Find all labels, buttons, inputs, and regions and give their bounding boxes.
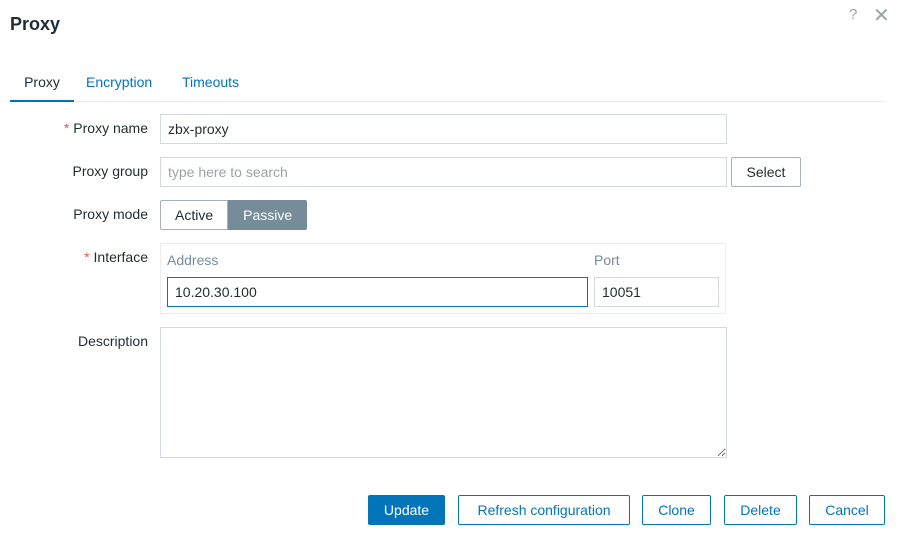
required-mark: *: [84, 249, 90, 265]
help-icon[interactable]: ?: [849, 6, 857, 23]
description-label: Description: [77, 333, 148, 349]
update-button[interactable]: Update: [368, 495, 445, 525]
close-icon[interactable]: ✕: [873, 3, 890, 28]
required-mark: *: [63, 120, 70, 136]
proxy-name-input[interactable]: [160, 114, 727, 144]
description-textarea[interactable]: [160, 327, 727, 458]
interface-port-input[interactable]: [594, 277, 719, 307]
delete-button[interactable]: Delete: [724, 495, 797, 525]
port-header: Port: [594, 252, 620, 268]
tab-proxy[interactable]: Proxy: [10, 62, 74, 102]
proxy-mode-toggle: Active Passive: [160, 200, 308, 230]
address-header: Address: [167, 252, 219, 268]
proxy-group-input[interactable]: [160, 157, 727, 187]
tab-bar: Proxy Encryption Timeouts: [10, 62, 885, 102]
tab-timeouts[interactable]: Timeouts: [182, 62, 239, 101]
proxy-mode-label: Proxy mode: [73, 206, 148, 222]
tab-encryption[interactable]: Encryption: [86, 62, 152, 101]
proxy-group-select-button[interactable]: Select: [731, 157, 801, 187]
dialog-title: Proxy: [10, 14, 61, 34]
cancel-button[interactable]: Cancel: [809, 495, 885, 525]
proxy-mode-passive[interactable]: Passive: [228, 200, 308, 230]
proxy-mode-active[interactable]: Active: [160, 200, 229, 230]
proxy-name-label: * Proxy name: [63, 120, 148, 136]
interface-label: * Interface: [84, 249, 148, 265]
interface-address-input[interactable]: [167, 277, 588, 307]
proxy-group-label: Proxy group: [72, 163, 148, 179]
clone-button[interactable]: Clone: [642, 495, 711, 525]
refresh-configuration-button[interactable]: Refresh configuration: [458, 495, 630, 525]
